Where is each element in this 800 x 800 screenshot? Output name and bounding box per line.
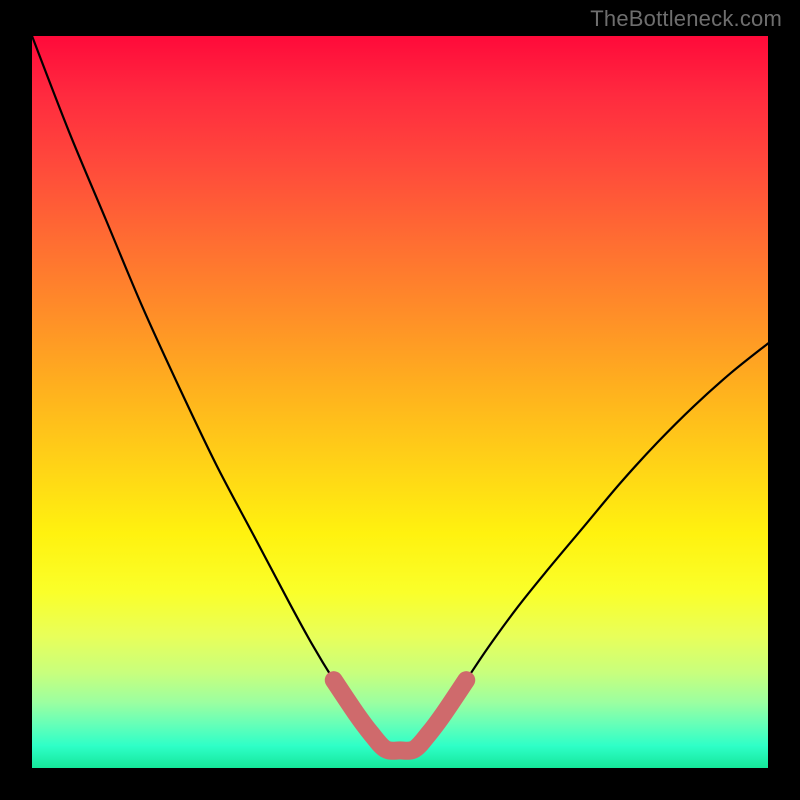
- highlight-band: [334, 680, 466, 751]
- curve-layer: [32, 36, 768, 768]
- main-curve: [32, 36, 768, 751]
- chart-frame: TheBottleneck.com: [0, 0, 800, 800]
- plot-area: [32, 36, 768, 768]
- watermark-text: TheBottleneck.com: [590, 6, 782, 32]
